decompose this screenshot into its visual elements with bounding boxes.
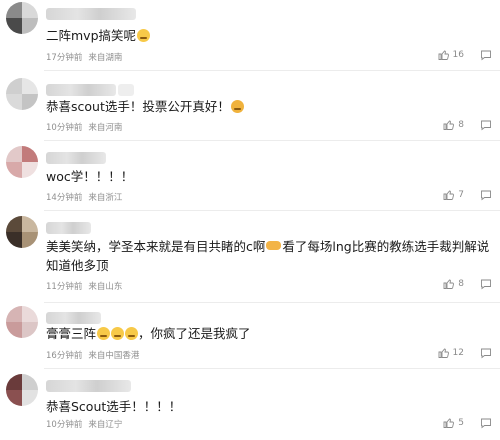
comment-location: 来自辽宁	[88, 420, 123, 430]
like-count: 8	[458, 120, 464, 130]
comment-text-content: 恭喜Scout选手！！！！	[46, 399, 182, 414]
pointing-hand-emoji-icon	[266, 241, 282, 250]
grinning-emoji-icon	[111, 327, 125, 340]
comment-text-content: 二阵mvp搞笑呢	[46, 28, 137, 43]
comment-item: 恭喜Scout选手！！！！ 10分钟前 来自辽宁 5	[0, 368, 500, 440]
reply-icon[interactable]	[480, 189, 492, 201]
comment-time: 10分钟前	[46, 420, 83, 430]
comment-location: 来自湖南	[88, 53, 123, 63]
comment-location: 来自河南	[88, 123, 123, 133]
comment-meta: 16分钟前 来自中国香港	[46, 349, 145, 361]
like-button[interactable]: 8	[443, 278, 464, 290]
comment-item: 美美笑纳，学圣本来就是有目共睹的c啊 看了每场lng比赛的教练选手裁判解说知道他多…	[0, 210, 500, 302]
like-count: 8	[458, 279, 464, 289]
comment-text-continuation: ，你疯了还是我疯了	[138, 326, 251, 341]
comment-actions: 5	[443, 417, 492, 429]
like-count: 5	[458, 418, 464, 428]
reply-icon[interactable]	[480, 119, 492, 131]
comment-meta: 11分钟前 来自山东	[46, 280, 128, 292]
like-button[interactable]: 8	[443, 119, 464, 131]
comment-item: 恭喜scout选手！投票公开真好！ 10分钟前 来自河南 8	[0, 70, 500, 140]
thumbs-up-icon	[438, 348, 449, 358]
username-blurred[interactable]	[46, 84, 116, 96]
comment-meta: 10分钟前 来自辽宁	[46, 418, 128, 430]
username-blurred[interactable]	[46, 8, 136, 20]
thumbs-up-icon	[443, 190, 455, 200]
comment-actions: 8	[443, 119, 492, 131]
comment-meta: 14分钟前 来自浙江	[46, 191, 128, 203]
comment-text: 二阵mvp搞笑呢	[46, 26, 151, 45]
comment-time: 17分钟前	[46, 53, 83, 63]
comment-actions: 8	[443, 278, 492, 290]
comment-text: 膏膏三阵 ，你疯了还是我疯了	[46, 324, 251, 343]
reply-icon[interactable]	[480, 417, 492, 429]
thumbs-up-icon	[443, 120, 455, 130]
comment-meta: 10分钟前 来自河南	[46, 121, 128, 133]
comment-text: 恭喜scout选手！投票公开真好！	[46, 97, 244, 116]
grinning-emoji-icon	[137, 29, 151, 42]
like-button[interactable]: 12	[438, 347, 464, 359]
like-count: 7	[458, 190, 464, 200]
comment-location: 来自山东	[88, 282, 123, 292]
username-blurred[interactable]	[46, 152, 106, 164]
comment-item: 膏膏三阵 ，你疯了还是我疯了 16分钟前 来自中国香港 12	[0, 302, 500, 372]
username-extra-blurred	[118, 84, 134, 96]
avatar[interactable]	[6, 146, 38, 178]
avatar[interactable]	[6, 78, 38, 110]
comment-text: 恭喜Scout选手！！！！	[46, 397, 181, 416]
username-blurred[interactable]	[46, 222, 91, 234]
heart-eyes-emoji-icon	[230, 100, 244, 113]
comment-location: 来自浙江	[88, 193, 123, 203]
comment-text: 美美笑纳，学圣本来就是有目共睹的c啊 看了每场lng比赛的教练选手裁判解说知道他多…	[46, 237, 496, 275]
comment-text-content: woc学！！！！	[46, 169, 134, 184]
comment-actions: 12	[438, 347, 492, 359]
comment-text-content: 美美笑纳，学圣本来就是有目共睹的c啊	[46, 239, 266, 254]
comment-time: 10分钟前	[46, 123, 83, 133]
reply-icon[interactable]	[480, 49, 492, 61]
comment-time: 11分钟前	[46, 282, 83, 292]
comment-actions: 7	[443, 189, 492, 201]
username-blurred[interactable]	[46, 312, 101, 324]
thumbs-up-icon	[438, 50, 449, 60]
comment-item: woc学！！！！ 14分钟前 来自浙江 7	[0, 140, 500, 210]
like-count: 12	[452, 348, 464, 358]
comment-meta: 17分钟前 来自湖南	[46, 51, 128, 63]
comment-text-content: 恭喜scout选手！投票公开真好！	[46, 99, 230, 114]
comment-text-content: 膏膏三阵	[46, 326, 97, 341]
avatar[interactable]	[6, 374, 38, 406]
reply-icon[interactable]	[480, 278, 492, 290]
thumbs-up-icon	[443, 418, 455, 428]
username-blurred[interactable]	[46, 380, 131, 392]
like-button[interactable]: 16	[438, 49, 464, 61]
grinning-emoji-icon	[97, 327, 111, 340]
comment-item: 二阵mvp搞笑呢 17分钟前 来自湖南 16	[0, 0, 500, 70]
thumbs-up-icon	[443, 279, 455, 289]
reply-icon[interactable]	[480, 347, 492, 359]
grinning-emoji-icon	[125, 327, 139, 340]
like-count: 16	[452, 50, 464, 60]
avatar[interactable]	[6, 2, 38, 34]
avatar[interactable]	[6, 216, 38, 248]
comment-actions: 16	[438, 49, 492, 61]
comment-time: 14分钟前	[46, 193, 83, 203]
like-button[interactable]: 5	[443, 417, 464, 429]
comment-time: 16分钟前	[46, 351, 83, 361]
comment-location: 来自中国香港	[88, 351, 140, 361]
avatar[interactable]	[6, 306, 38, 338]
comment-text: woc学！！！！	[46, 167, 133, 186]
like-button[interactable]: 7	[443, 189, 464, 201]
